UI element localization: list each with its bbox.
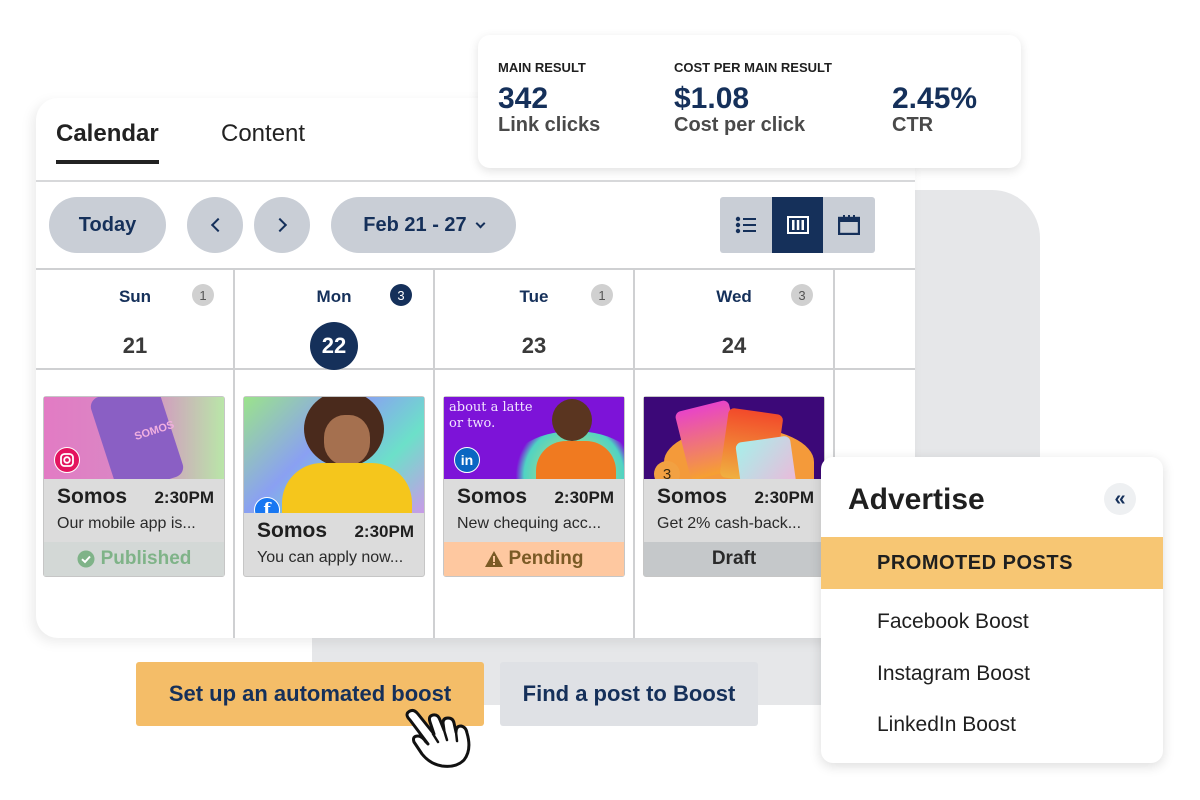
pointer-hand-icon [405, 708, 471, 768]
post-card[interactable]: 3 Somos 2:30PM Get 2% cash-back... Draft [643, 396, 825, 577]
week-view-button[interactable] [771, 197, 824, 253]
day-number: 23 [521, 333, 547, 358]
status-label: Draft [711, 548, 757, 569]
facebook-boost-item[interactable]: Facebook Boost [877, 610, 1029, 634]
metric-label [892, 60, 977, 76]
double-chevron-left-icon: « [1114, 487, 1126, 510]
day-header-sun[interactable]: Sun 1 21 [36, 270, 234, 368]
post-excerpt: You can apply now... [257, 549, 404, 566]
post-image: about a latte or two. in [444, 397, 624, 479]
metrics-card: MAIN RESULT 342 Link clicks COST PER MAI… [478, 35, 1021, 168]
post-time: 2:30PM [754, 488, 814, 507]
advertise-title: Advertise [848, 483, 985, 516]
chevron-right-icon [272, 217, 287, 233]
status-badge-pending: Pending [444, 542, 624, 576]
post-count-badge: 1 [591, 284, 613, 306]
post-excerpt: Our mobile app is... [57, 515, 196, 532]
metric-main-result: MAIN RESULT 342 Link clicks [498, 60, 600, 137]
metric-value: 2.45% [892, 82, 978, 115]
linkedin-boost-item[interactable]: LinkedIn Boost [877, 713, 1016, 737]
post-card[interactable]: about a latte or two. in Somos 2:30PM Ne… [443, 396, 625, 577]
post-author: Somos [657, 485, 728, 508]
metric-ctr: 2.45% CTR [892, 60, 977, 137]
today-button[interactable]: Today [49, 197, 166, 253]
day-number-today: 22 [310, 322, 358, 370]
post-image-caption: about a latte or two. [449, 400, 533, 431]
day-number: 24 [721, 333, 747, 358]
metric-sublabel: CTR [892, 114, 934, 136]
month-view-button[interactable] [823, 197, 875, 253]
metric-sublabel: Cost per click [674, 114, 806, 136]
post-image: SOMOS [44, 397, 224, 479]
post-card[interactable]: f Somos 2:30PM You can apply now... [243, 396, 425, 577]
advertise-panel: Advertise « PROMOTED POSTS Facebook Boos… [821, 457, 1163, 763]
month-view-icon [838, 215, 861, 235]
metric-sublabel: Link clicks [498, 114, 601, 136]
list-view-button[interactable] [720, 197, 772, 253]
metric-label: COST PER MAIN RESULT [674, 60, 832, 75]
metric-value: 342 [498, 82, 549, 115]
list-view-icon [735, 216, 756, 234]
day-number: 21 [122, 333, 148, 358]
instagram-boost-item[interactable]: Instagram Boost [877, 662, 1030, 686]
day-header-mon[interactable]: Mon 3 22 [235, 270, 433, 370]
status-label: Published [100, 548, 192, 569]
metric-value: $1.08 [674, 82, 750, 115]
instagram-icon [54, 447, 80, 473]
calendar-card: Calendar Content Today Feb 21 - 27 Sun 1… [36, 98, 915, 638]
status-badge-draft: Draft [644, 542, 824, 576]
check-circle-icon [77, 550, 95, 568]
post-image: f [244, 397, 424, 513]
week-view-icon [786, 216, 809, 234]
date-range-dropdown[interactable]: Feb 21 - 27 [331, 197, 516, 253]
day-header-wed[interactable]: Wed 3 24 [635, 270, 833, 368]
post-author: Somos [457, 485, 528, 508]
warning-icon [484, 551, 503, 567]
chevron-left-icon [210, 217, 225, 233]
post-count-badge: 3 [791, 284, 813, 306]
next-week-button[interactable] [254, 197, 310, 253]
view-toggle [720, 197, 875, 253]
chevron-down-icon [475, 218, 486, 228]
post-count-badge: 3 [390, 284, 412, 306]
post-time: 2:30PM [554, 488, 614, 507]
post-time: 2:30PM [354, 522, 414, 541]
previous-week-button[interactable] [187, 197, 243, 253]
post-excerpt: Get 2% cash-back... [657, 515, 802, 532]
metric-cost-per-result: COST PER MAIN RESULT $1.08 Cost per clic… [674, 60, 832, 137]
post-count-badge: 1 [192, 284, 214, 306]
day-header-tue[interactable]: Tue 1 23 [435, 270, 633, 368]
date-range-label: Feb 21 - 27 [363, 213, 467, 236]
post-card[interactable]: SOMOS Somos 2:30PM Our mobile app is... … [43, 396, 225, 577]
grid-divider [36, 368, 915, 370]
status-label: Pending [508, 548, 584, 569]
collapse-panel-button[interactable]: « [1104, 483, 1136, 515]
post-image: 3 [644, 397, 824, 479]
post-excerpt: New chequing acc... [457, 515, 602, 532]
tab-content[interactable]: Content [221, 120, 305, 148]
post-author: Somos [57, 485, 128, 508]
find-post-to-boost-button[interactable]: Find a post to Boost [500, 662, 758, 726]
promoted-posts-section[interactable]: PROMOTED POSTS [821, 537, 1163, 589]
facebook-icon: f [254, 497, 280, 513]
tab-calendar[interactable]: Calendar [56, 120, 159, 164]
status-badge-published: Published [44, 542, 224, 576]
metric-label: MAIN RESULT [498, 60, 586, 75]
post-author: Somos [257, 519, 328, 542]
linkedin-icon: in [454, 447, 480, 473]
post-time: 2:30PM [154, 488, 214, 507]
